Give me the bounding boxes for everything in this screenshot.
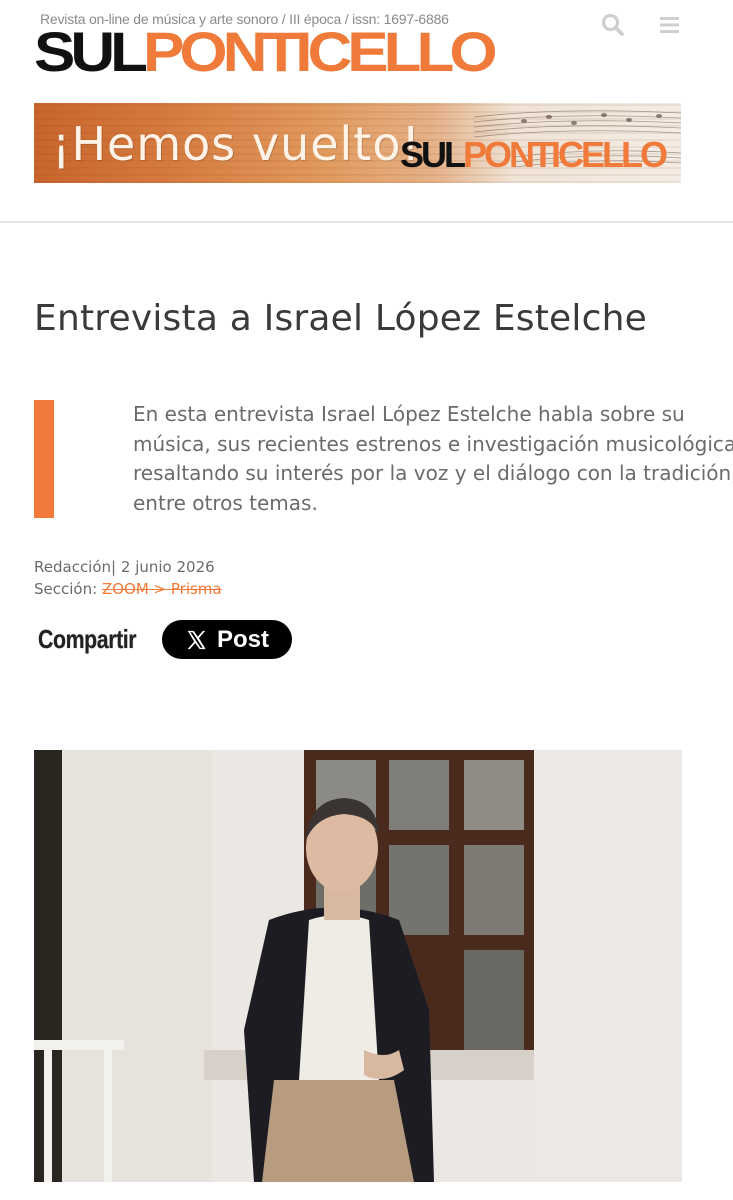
search-icon[interactable] [600, 12, 626, 38]
header-divider [0, 221, 733, 223]
byline-separator: | [111, 558, 117, 576]
share-label: Compartir [38, 624, 137, 654]
section-link[interactable]: ZOOM > Prisma [102, 580, 222, 598]
lead-line: resaltando su interés por la voz y el di… [133, 461, 733, 485]
portrait-image [34, 750, 682, 1182]
logo-part-sul: SUL [34, 21, 148, 84]
announcement-banner[interactable]: ¡Hemos vuelto! SULPONTICELLO [34, 103, 681, 183]
section-label: Sección: [34, 580, 98, 598]
article-lead: En esta entrevista Israel López Estelche… [133, 400, 733, 518]
lead-line: entre otros temas. [133, 490, 318, 515]
x-post-label: Post [216, 625, 269, 653]
logo-part-ponticello: PONTICELLO [143, 21, 498, 84]
site-logo[interactable]: SULPONTICELLO [34, 21, 498, 84]
article-photo [34, 750, 682, 1182]
banner-logo: SULPONTICELLO [400, 134, 668, 175]
x-logo-icon [187, 630, 206, 649]
lead-line: música, sus recientes estrenos e investi… [133, 431, 733, 456]
banner-headline: ¡Hemos vuelto! [52, 117, 421, 171]
lead-accent-bar [34, 400, 54, 518]
article-section: Sección: ZOOM > Prisma [34, 580, 222, 598]
x-post-button[interactable]: Post [162, 620, 292, 659]
menu-icon[interactable] [657, 12, 683, 38]
publish-date: 2 junio 2026 [120, 558, 215, 576]
lead-line: En esta entrevista Israel López Estelche… [133, 402, 685, 426]
article-title: Entrevista a Israel López Estelche [34, 298, 647, 339]
banner-logo-ponticello: PONTICELLO [463, 134, 668, 175]
author-name: Redacción [34, 558, 112, 576]
banner-logo-sul: SUL [400, 134, 466, 175]
article-byline: Redacción| 2 junio 2026 [34, 558, 215, 576]
